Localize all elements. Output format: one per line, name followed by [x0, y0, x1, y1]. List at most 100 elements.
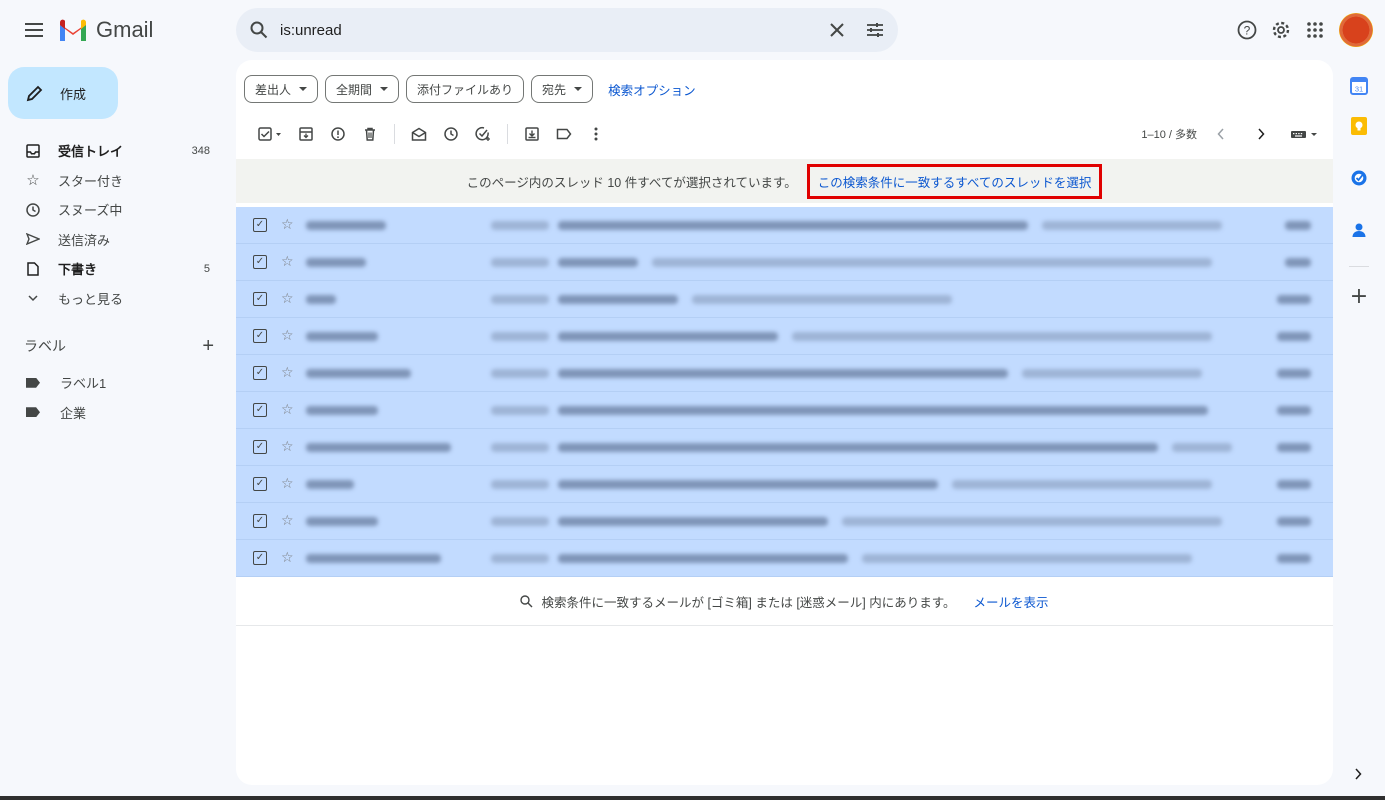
delete-trash-icon[interactable] [354, 120, 386, 148]
gmail-m-icon [60, 19, 86, 41]
snooze-clock-icon[interactable] [435, 120, 467, 148]
sidebar-item-sent[interactable]: 送信済み [0, 225, 226, 255]
search-options-icon[interactable] [866, 22, 884, 38]
sidebar-item-snoozed[interactable]: スヌーズ中 [0, 195, 226, 225]
chevron-left-icon[interactable] [1205, 120, 1237, 148]
sidebar-nav: 受信トレイ 348 ☆ スター付き スヌーズ中 送信済み 下書き 5 もっと見る [0, 136, 226, 313]
mark-as-read-icon[interactable] [403, 120, 435, 148]
row-checkbox-checked-icon[interactable]: ✓ [253, 255, 267, 269]
show-side-panel-button[interactable] [1348, 764, 1368, 784]
row-checkbox-checked-icon[interactable]: ✓ [253, 366, 267, 380]
blurred-mail-text [1277, 332, 1311, 341]
mail-row[interactable]: ✓ ☆ [236, 540, 1333, 577]
tasks-app-button[interactable] [1341, 152, 1377, 204]
help-icon[interactable]: ? [1237, 20, 1257, 40]
star-icon[interactable]: ☆ [281, 439, 294, 455]
filter-chip-date[interactable]: 全期間 [325, 75, 400, 103]
sidebar-item-drafts[interactable]: 下書き 5 [0, 254, 226, 284]
mail-row[interactable]: ✓ ☆ [236, 318, 1333, 355]
row-checkbox-checked-icon[interactable]: ✓ [253, 477, 267, 491]
search-icon[interactable] [250, 21, 268, 39]
labels-heading: ラベル [24, 338, 66, 354]
contacts-app-button[interactable] [1341, 204, 1377, 256]
account-avatar[interactable] [1339, 13, 1373, 47]
add-to-tasks-icon[interactable] [467, 120, 499, 148]
blurred-mail-text [792, 332, 1212, 341]
toolbar-divider [507, 124, 508, 144]
mail-row[interactable]: ✓ ☆ [236, 244, 1333, 281]
more-vert-icon[interactable] [580, 120, 612, 148]
label-item[interactable]: 企業 [0, 398, 226, 428]
apps-grid-icon[interactable] [1305, 20, 1325, 40]
show-messages-link[interactable]: メールを表示 [974, 592, 1049, 611]
filter-chip-to[interactable]: 宛先 [531, 75, 594, 103]
add-label-icon[interactable]: + [202, 335, 214, 358]
select-all-checkbox[interactable] [250, 120, 290, 148]
row-checkbox-checked-icon[interactable]: ✓ [253, 329, 267, 343]
archive-icon[interactable] [290, 120, 322, 148]
calendar-icon: 31 [1350, 77, 1368, 95]
settings-gear-icon[interactable] [1271, 20, 1291, 40]
star-icon[interactable]: ☆ [281, 328, 294, 344]
mail-row[interactable]: ✓ ☆ [236, 355, 1333, 392]
clear-search-icon[interactable] [830, 23, 844, 37]
compose-button[interactable]: 作成 [8, 67, 118, 119]
chevron-right-icon[interactable] [1245, 120, 1277, 148]
mail-row[interactable]: ✓ ☆ [236, 503, 1333, 540]
advanced-search-link[interactable]: 検索オプション [608, 80, 696, 99]
blurred-mail-text [306, 258, 366, 267]
star-icon[interactable]: ☆ [281, 476, 294, 492]
blurred-mail-text [1022, 369, 1202, 378]
search-bar[interactable]: is:unread [236, 8, 898, 52]
row-checkbox-checked-icon[interactable]: ✓ [253, 551, 267, 565]
blurred-mail-text [558, 517, 828, 526]
sidebar-item-more[interactable]: もっと見る [0, 284, 226, 314]
input-tools-keyboard-icon[interactable] [1285, 120, 1325, 148]
chip-label: 全期間 [336, 82, 373, 97]
get-addons-button[interactable]: + [1341, 277, 1377, 317]
label-item[interactable]: ラベル1 [0, 368, 226, 398]
main-menu-button[interactable] [18, 14, 50, 46]
window-bottom-edge [0, 796, 1385, 800]
side-panel-rail: 31 + [1341, 72, 1377, 317]
mail-row[interactable]: ✓ ☆ [236, 429, 1333, 466]
select-all-matching-link[interactable]: この検索条件に一致するすべてのスレッドを選択 [806, 163, 1103, 199]
blurred-mail-text [558, 480, 938, 489]
mail-row[interactable]: ✓ ☆ [236, 207, 1333, 244]
move-to-icon[interactable] [516, 120, 548, 148]
filter-chip-attachment[interactable]: 添付ファイルあり [406, 75, 525, 103]
star-icon[interactable]: ☆ [281, 254, 294, 270]
star-icon[interactable]: ☆ [281, 365, 294, 381]
blurred-mail-text [1285, 221, 1311, 230]
row-checkbox-checked-icon[interactable]: ✓ [253, 440, 267, 454]
sidebar-item-label: 送信済み [58, 232, 111, 248]
row-checkbox-checked-icon[interactable]: ✓ [253, 292, 267, 306]
mail-rows: ✓ ☆ ✓ ☆ ✓ ☆ ✓ ☆ ✓ ☆ ✓ ☆ ✓ ☆ ✓ ☆ ✓ ☆ ✓ ☆ [236, 207, 1333, 577]
mail-row[interactable]: ✓ ☆ [236, 392, 1333, 429]
row-checkbox-checked-icon[interactable]: ✓ [253, 514, 267, 528]
blurred-mail-text [491, 406, 549, 415]
star-icon[interactable]: ☆ [281, 217, 294, 233]
filter-chip-from[interactable]: 差出人 [244, 75, 319, 103]
account-toolbar: ? [1237, 8, 1373, 52]
row-checkbox-checked-icon[interactable]: ✓ [253, 403, 267, 417]
row-checkbox-checked-icon[interactable]: ✓ [253, 218, 267, 232]
star-icon[interactable]: ☆ [281, 291, 294, 307]
search-input[interactable]: is:unread [280, 22, 830, 39]
calendar-app-button[interactable]: 31 [1341, 72, 1377, 100]
blurred-mail-text [491, 332, 549, 341]
star-icon[interactable]: ☆ [281, 513, 294, 529]
keep-app-button[interactable] [1341, 100, 1377, 152]
sidebar-item-inbox[interactable]: 受信トレイ 348 [0, 136, 226, 166]
mail-row[interactable]: ✓ ☆ [236, 281, 1333, 318]
mail-list-panel: 差出人 全期間 添付ファイルあり 宛先 検索オプション 1–10 / 多数 この… [236, 60, 1333, 785]
label-icon[interactable] [548, 120, 580, 148]
star-icon[interactable]: ☆ [281, 550, 294, 566]
star-icon: ☆ [26, 172, 40, 190]
mail-row[interactable]: ✓ ☆ [236, 466, 1333, 503]
star-icon[interactable]: ☆ [281, 402, 294, 418]
gmail-logo[interactable]: Gmail [58, 14, 153, 46]
sidebar-item-starred[interactable]: ☆ スター付き [0, 166, 226, 196]
selection-banner-text: このページ内のスレッド 10 件すべてが選択されています。 [466, 175, 797, 190]
report-spam-icon[interactable] [322, 120, 354, 148]
